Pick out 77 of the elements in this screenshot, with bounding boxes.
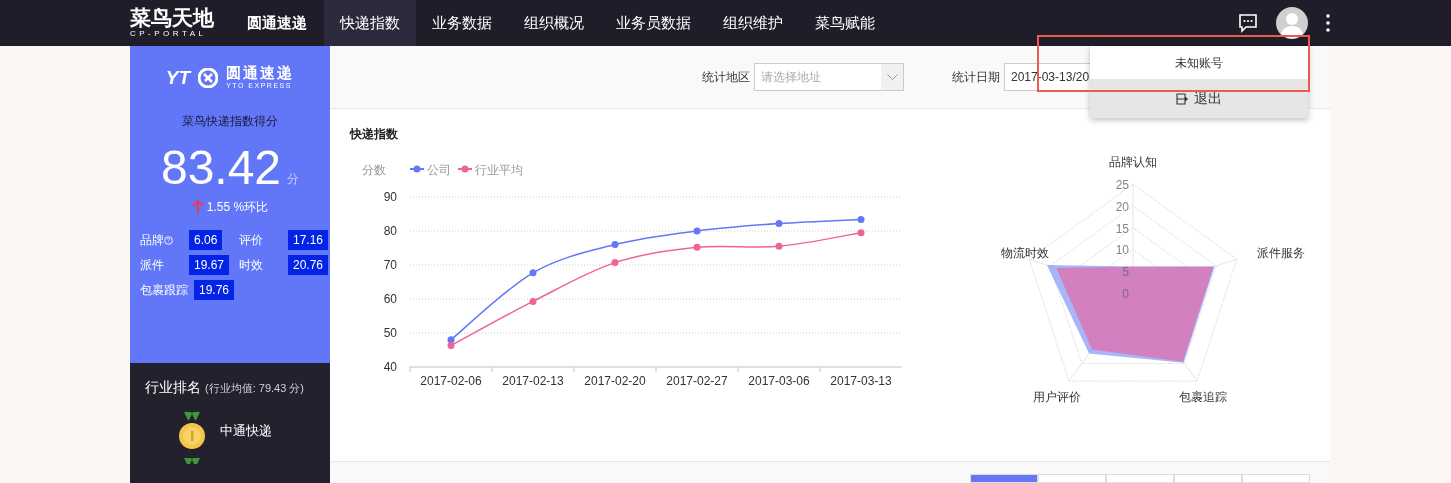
score-title: 菜鸟快递指数得分 bbox=[182, 113, 278, 130]
nav-tab[interactable]: 组织维护 bbox=[707, 0, 799, 46]
date-label: 统计日期 bbox=[952, 69, 1000, 86]
data-point bbox=[529, 297, 537, 305]
nav-tab[interactable]: 快递指数 bbox=[324, 0, 416, 46]
logout-menu-item[interactable]: 退出 bbox=[1090, 79, 1308, 118]
radar-tick-label: 10 bbox=[1115, 243, 1129, 258]
brand-name: 圆通速递 bbox=[226, 65, 295, 81]
ranking-average: (行业均值: 79.43 分) bbox=[205, 381, 305, 396]
chat-icon[interactable] bbox=[1238, 13, 1258, 33]
y-tick-label: 70 bbox=[383, 258, 397, 272]
data-point bbox=[693, 243, 701, 251]
data-point bbox=[611, 259, 619, 267]
metric-value: 6.06 bbox=[189, 230, 223, 250]
medal-icon bbox=[178, 412, 206, 450]
metric-value: 19.67 bbox=[189, 255, 230, 275]
metric-label: 时效 bbox=[239, 257, 263, 274]
y-tick-label: 90 bbox=[383, 190, 397, 204]
x-tick-label: 2017-02-13 bbox=[502, 374, 564, 388]
x-tick-label: 2017-03-06 bbox=[748, 374, 810, 388]
nav-tab[interactable]: 业务数据 bbox=[416, 0, 508, 46]
data-point bbox=[857, 215, 865, 223]
x-tick-label: 2017-03-13 bbox=[830, 374, 892, 388]
account-name: 未知账号 bbox=[1174, 54, 1224, 72]
metric-value: 17.16 bbox=[288, 230, 329, 250]
metric-label: 品牌 bbox=[140, 232, 164, 249]
nav-tab[interactable]: 菜鸟赋能 bbox=[799, 0, 891, 46]
nav-tab[interactable]: 业务员数据 bbox=[600, 0, 707, 46]
data-point bbox=[529, 269, 537, 277]
data-point bbox=[611, 241, 619, 249]
y-tick-label: 40 bbox=[383, 360, 397, 374]
legend-label: 行业平均 bbox=[475, 163, 523, 177]
more-icon[interactable] bbox=[1326, 14, 1330, 32]
brand-logo-text: YT bbox=[165, 68, 191, 87]
up-arrow-icon bbox=[191, 200, 204, 214]
radar-tick-label: 5 bbox=[1122, 265, 1129, 280]
radar-axis-label: 品牌认知 bbox=[1109, 155, 1157, 169]
logout-icon bbox=[1176, 92, 1188, 105]
x-tick-label: 2017-02-20 bbox=[584, 374, 646, 388]
y-tick-label: 50 bbox=[383, 326, 397, 340]
y-axis-label: 分数 bbox=[362, 163, 386, 177]
avatar-icon[interactable] bbox=[1276, 7, 1308, 39]
y-tick-label: 80 bbox=[383, 224, 397, 238]
company-name: 圆通速递 bbox=[246, 12, 308, 33]
metric-value: 19.76 bbox=[194, 280, 235, 300]
metric-label: 评价 bbox=[239, 232, 263, 249]
radar-axis-label: 用户评价 bbox=[1033, 390, 1081, 404]
region-label: 统计地区 bbox=[702, 69, 750, 86]
logo-subtitle: CP-PORTAL bbox=[130, 29, 208, 39]
radar-axis-label: 物流时效 bbox=[1001, 246, 1049, 260]
metric-label: 包裹跟踪 bbox=[140, 282, 188, 299]
x-tick-label: 2017-02-27 bbox=[666, 374, 728, 388]
score-value: 83.42 bbox=[160, 142, 282, 194]
chevron-down-icon bbox=[886, 74, 898, 80]
radar-tick-label: 15 bbox=[1115, 221, 1129, 236]
ranking-company: 中通快递 bbox=[220, 422, 272, 441]
change-text: 1.55 %环比 bbox=[206, 199, 269, 216]
radar-tick-label: 25 bbox=[1115, 178, 1129, 192]
score-unit: 分 bbox=[287, 171, 300, 188]
data-point bbox=[775, 220, 783, 227]
radar-tick-label: 20 bbox=[1115, 199, 1129, 214]
y-tick-label: 60 bbox=[383, 292, 397, 306]
metric-label: 派件 bbox=[140, 257, 164, 274]
data-point bbox=[775, 242, 783, 250]
metric-value: 20.76 bbox=[288, 255, 329, 275]
card-title: 快递指数 bbox=[350, 126, 399, 143]
legend-label: 公司 bbox=[427, 163, 451, 177]
radar-axis-label: 包裹追踪 bbox=[1179, 390, 1227, 404]
radar-tick-label: 0 bbox=[1122, 287, 1129, 301]
logo-text: 菜鸟天地 bbox=[130, 7, 215, 29]
data-point bbox=[693, 227, 701, 235]
x-tick-label: 2017-02-06 bbox=[420, 374, 482, 388]
data-point bbox=[857, 229, 865, 237]
radar-axis-label: 派件服务 bbox=[1257, 246, 1305, 260]
ranking-title: 行业排名 bbox=[145, 378, 201, 397]
section-tab[interactable] bbox=[970, 474, 1038, 483]
nav-tab[interactable]: 组织概况 bbox=[508, 0, 600, 46]
